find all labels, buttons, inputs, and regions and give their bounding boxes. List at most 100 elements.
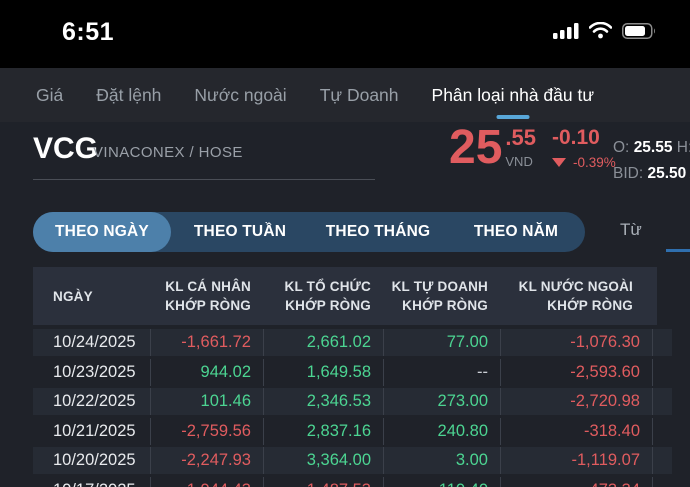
price-change: -0.10 <box>552 127 616 149</box>
table-body: 10/24/2025 -1,661.72 2,661.02 77.00 -1,0… <box>33 329 672 487</box>
cell-to-chuc: 2,661.02 <box>263 329 383 356</box>
wifi-icon <box>589 22 612 39</box>
period-theo-ngay[interactable]: THEO NGÀY <box>33 212 171 252</box>
from-date-input-underline[interactable] <box>666 249 690 252</box>
cell-nuoc-ngoai: -1,076.30 <box>500 329 652 356</box>
cell-to-chuc: 1,649.58 <box>263 359 383 386</box>
status-bar: 6:51 <box>0 0 690 68</box>
cell-clipped <box>652 388 672 415</box>
tab-nuoc-ngoai[interactable]: Nước ngoài <box>194 68 286 122</box>
cell-to-chuc: -1,487.53 <box>263 477 383 487</box>
cell-clipped <box>652 418 672 445</box>
tab-label: Tự Doanh <box>320 85 399 106</box>
period-selector-row: THEO NGÀY THEO TUẦN THEO THÁNG THEO NĂM … <box>0 212 690 252</box>
ohlc-bid-ask: O: 25.55 H: BID: 25.50 A <box>613 135 690 187</box>
cell-to-chuc: 2,346.53 <box>263 388 383 415</box>
header-kl-nuoc-ngoai: KL NƯỚC NGOÀIKHỚP RÒNG <box>500 277 657 315</box>
stock-header: VCG VINACONEX / HOSE 25 .55 VND -0.10 -0… <box>0 122 690 212</box>
open-value: 25.55 <box>634 139 673 156</box>
cell-clipped <box>652 329 672 356</box>
cell-tu-doanh: 240.80 <box>383 418 500 445</box>
cell-date: 10/24/2025 <box>33 333 150 352</box>
open-high-line: O: 25.55 H: <box>613 135 690 161</box>
cell-ca-nhan: -2,759.56 <box>150 418 263 445</box>
price-change-percent: -0.39% <box>573 155 616 170</box>
bid-label: BID: <box>613 165 643 182</box>
period-theo-nam[interactable]: THEO NĂM <box>447 212 585 252</box>
from-date-label[interactable]: Từ <box>620 220 642 240</box>
period-theo-thang[interactable]: THEO THÁNG <box>309 212 447 252</box>
header-kl-ca-nhan: KL CÁ NHÂNKHỚP RÒNG <box>150 277 263 315</box>
stock-symbol: VCG <box>33 132 98 166</box>
signal-icon <box>553 23 579 39</box>
open-label: O: <box>613 139 629 156</box>
header-kl-to-chuc: KL TỔ CHỨCKHỚP RÒNG <box>263 277 383 315</box>
investor-flow-table: NGÀY KL CÁ NHÂNKHỚP RÒNG KL TỔ CHỨCKHỚP … <box>33 267 672 487</box>
tab-dat-lenh[interactable]: Đặt lệnh <box>96 68 161 122</box>
price-block: 25 .55 VND -0.10 -0.39% <box>449 126 616 170</box>
price-main: 25 <box>449 126 502 170</box>
header-kl-tu-doanh: KL TỰ DOANHKHỚP RÒNG <box>383 277 500 315</box>
cell-clipped <box>652 447 672 474</box>
pill-label: THEO TUẦN <box>194 223 286 241</box>
bid-value: 25.50 <box>647 165 686 182</box>
cell-date: 10/20/2025 <box>33 451 150 470</box>
cell-tu-doanh: 77.00 <box>383 329 500 356</box>
active-tab-underline <box>496 115 529 119</box>
top-nav-tabs: Giá Đặt lệnh Nước ngoài Tự Doanh Phân lo… <box>0 68 690 122</box>
tab-label: Giá <box>36 85 63 106</box>
cell-nuoc-ngoai: -1,119.07 <box>500 447 652 474</box>
cell-to-chuc: 2,837.16 <box>263 418 383 445</box>
cell-nuoc-ngoai: -2,593.60 <box>500 359 652 386</box>
table-row: 10/24/2025 -1,661.72 2,661.02 77.00 -1,0… <box>33 329 672 356</box>
bid-ask-line: BID: 25.50 A <box>613 161 690 187</box>
triangle-down-icon <box>552 158 566 167</box>
cell-date: 10/21/2025 <box>33 422 150 441</box>
header-ngay: NGÀY <box>33 287 150 306</box>
cell-tu-doanh: 110.40 <box>383 477 500 487</box>
tab-label: Đặt lệnh <box>96 85 161 106</box>
cell-ca-nhan: 944.02 <box>150 359 263 386</box>
tab-gia[interactable]: Giá <box>36 68 63 122</box>
cell-nuoc-ngoai: -318.40 <box>500 418 652 445</box>
cell-nuoc-ngoai: -2,720.98 <box>500 388 652 415</box>
cell-tu-doanh: -- <box>383 359 500 386</box>
pill-label: THEO THÁNG <box>326 223 430 241</box>
tab-label: Phân loại nhà đầu tư <box>432 85 595 106</box>
divider <box>33 179 375 180</box>
cell-ca-nhan: -2,247.93 <box>150 447 263 474</box>
table-row: 10/21/2025 -2,759.56 2,837.16 240.80 -31… <box>33 418 672 445</box>
app-screen: 6:51 Giá Đặt lệnh <box>0 0 690 487</box>
stock-name: VINACONEX / HOSE <box>93 144 243 161</box>
period-pill-group: THEO NGÀY THEO TUẦN THEO THÁNG THEO NĂM <box>33 212 585 252</box>
cell-ca-nhan: -1,661.72 <box>150 329 263 356</box>
pill-label: THEO NGÀY <box>55 223 149 241</box>
cell-clipped <box>652 477 672 487</box>
table-row: 10/23/2025 944.02 1,649.58 -- -2,593.60 <box>33 359 672 386</box>
cell-date: 10/23/2025 <box>33 363 150 382</box>
high-label: H: <box>677 139 690 156</box>
cell-nuoc-ngoai: -473.34 <box>500 477 652 487</box>
price-decimal: .55 <box>505 127 536 149</box>
cell-tu-doanh: 3.00 <box>383 447 500 474</box>
status-time: 6:51 <box>62 18 114 47</box>
tab-phan-loai-nha-dau-tu[interactable]: Phân loại nhà đầu tư <box>432 68 595 122</box>
period-theo-tuan[interactable]: THEO TUẦN <box>171 212 309 252</box>
pill-label: THEO NĂM <box>474 223 558 241</box>
tab-tu-doanh[interactable]: Tự Doanh <box>320 68 399 122</box>
tab-label: Nước ngoài <box>194 85 286 106</box>
table-row-clipped: 10/17/2025 -1,944.43 -1,487.53 110.40 -4… <box>33 477 672 487</box>
table-row: 10/22/2025 101.46 2,346.53 273.00 -2,720… <box>33 388 672 415</box>
cell-date: 10/22/2025 <box>33 392 150 411</box>
cell-clipped <box>652 359 672 386</box>
table-row: 10/20/2025 -2,247.93 3,364.00 3.00 -1,11… <box>33 447 672 474</box>
cell-tu-doanh: 273.00 <box>383 388 500 415</box>
cell-to-chuc: 3,364.00 <box>263 447 383 474</box>
table-header-row: NGÀY KL CÁ NHÂNKHỚP RÒNG KL TỔ CHỨCKHỚP … <box>33 267 657 325</box>
currency-label: VND <box>505 154 536 169</box>
status-icons <box>553 22 656 39</box>
cell-ca-nhan: 101.46 <box>150 388 263 415</box>
battery-icon <box>622 23 656 39</box>
cell-date: 10/17/2025 <box>33 481 150 487</box>
cell-ca-nhan: -1,944.43 <box>150 477 263 487</box>
